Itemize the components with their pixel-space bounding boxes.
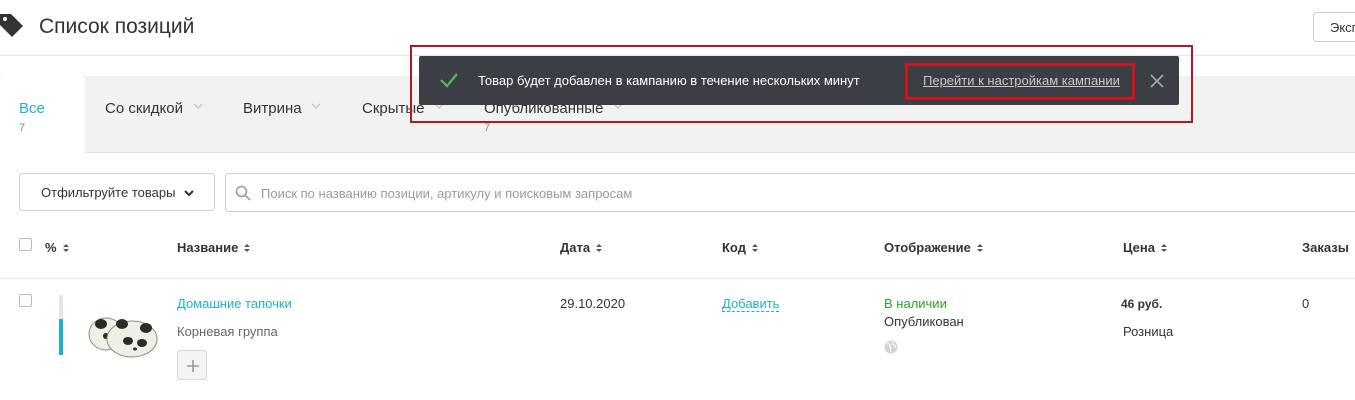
product-name-link[interactable]: Домашние тапочки [177, 296, 292, 311]
completeness-bar-fill [59, 319, 63, 355]
column-orders[interactable]: Заказы [1302, 240, 1349, 255]
column-label: % [45, 240, 57, 255]
page-title: Список позиций [39, 15, 195, 38]
sort-icon [976, 244, 983, 252]
sort-icon [596, 244, 603, 252]
price-type: Розница [1123, 324, 1174, 339]
filter-button-label: Отфильтруйте товары [41, 185, 176, 200]
campaign-settings-link[interactable]: Перейти к настройкам кампании [923, 73, 1120, 88]
row-checkbox[interactable] [19, 294, 32, 307]
sort-icon [751, 244, 758, 252]
select-all-checkbox[interactable] [19, 238, 32, 251]
column-date[interactable]: Дата [560, 240, 603, 255]
column-percent[interactable]: % [45, 240, 70, 255]
column-label: Название [177, 240, 239, 255]
column-label: Заказы [1302, 240, 1349, 255]
search-icon [235, 185, 251, 201]
tab-showcase[interactable]: Витрина [243, 76, 343, 153]
column-display[interactable]: Отображение [884, 240, 984, 255]
tab-count: 7 [484, 122, 491, 134]
tab-count: 7 [19, 122, 26, 134]
publish-status: Опубликован [884, 314, 964, 329]
sort-icon [244, 244, 251, 252]
toast-notification: Товар будет добавлен в кампанию в течени… [419, 56, 1179, 105]
filter-products-button[interactable]: Отфильтруйте товары [19, 173, 215, 211]
product-group: Корневая группа [177, 324, 278, 339]
chevron-down-icon [311, 103, 321, 110]
plus-icon [187, 360, 199, 372]
product-thumbnail [88, 317, 158, 358]
toast-message: Товар будет добавлен в кампанию в течени… [478, 73, 860, 88]
add-code-link-label: Добавить [722, 296, 780, 312]
search-input[interactable] [261, 182, 1341, 204]
chevron-down-icon [193, 103, 203, 110]
export-button[interactable]: Экспорт [1313, 12, 1355, 42]
tab-label: Со скидкой [105, 100, 183, 117]
column-name[interactable]: Название [177, 240, 251, 255]
sort-icon [1160, 244, 1167, 252]
add-code-link[interactable]: Добавить [722, 296, 780, 312]
tag-icon [0, 14, 23, 37]
add-image-button[interactable] [177, 350, 207, 380]
availability-status: В наличии [884, 296, 947, 311]
column-label: Цена [1123, 240, 1155, 255]
column-price[interactable]: Цена [1123, 240, 1168, 255]
header-divider [0, 278, 1355, 279]
column-label: Код [722, 240, 746, 255]
tab-label: Витрина [243, 100, 302, 117]
tab-discount[interactable]: Со скидкой [105, 76, 225, 153]
column-label: Отображение [884, 240, 971, 255]
search-field [225, 173, 1355, 212]
column-label: Дата [560, 240, 591, 255]
product-date: 29.10.2020 [560, 296, 626, 311]
chevron-down-icon [184, 190, 194, 197]
column-code[interactable]: Код [722, 240, 759, 255]
check-icon [440, 73, 458, 88]
close-icon[interactable] [1149, 73, 1165, 89]
tab-all[interactable]: Все 7 [0, 76, 85, 154]
product-price: 46 руб. [1121, 297, 1163, 311]
globe-icon [884, 340, 898, 354]
sort-icon [62, 244, 69, 252]
orders-count: 0 [1302, 296, 1310, 311]
tab-label: Все [19, 100, 45, 117]
